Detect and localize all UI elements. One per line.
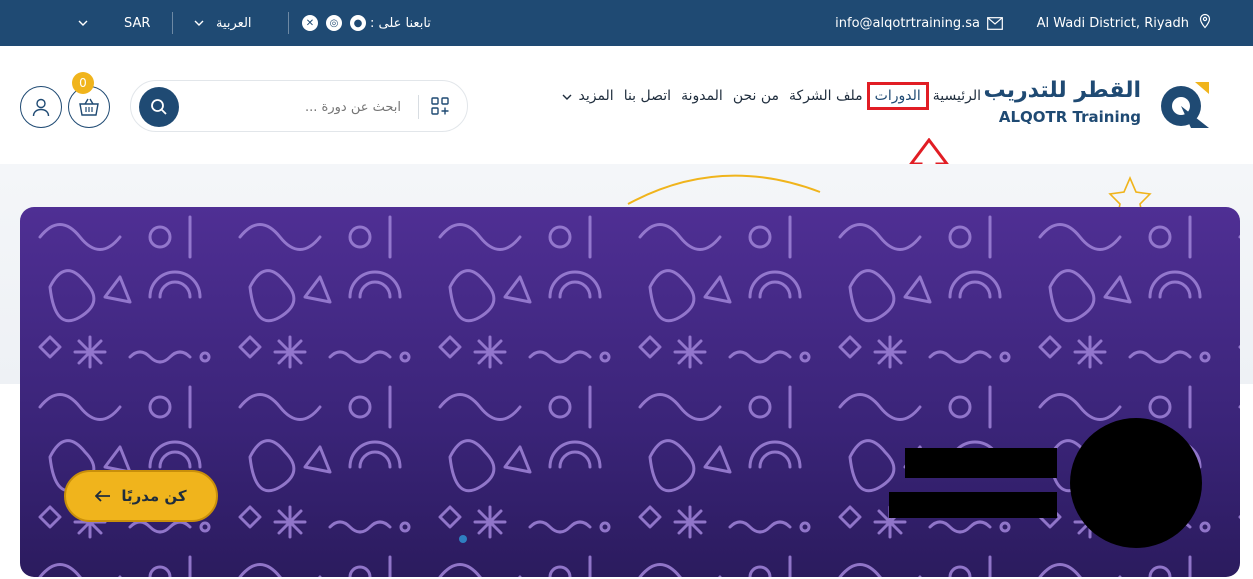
cta-label: كن مدربًا [121,487,187,505]
email-link[interactable]: info@alqotrtraining.sa [835,0,980,46]
search-icon [151,99,167,115]
nav-about[interactable]: من نحن [733,88,779,104]
chevron-down-icon[interactable] [194,0,204,46]
doodle-pattern [20,207,1240,577]
whatsapp-icon[interactable]: ● [350,0,366,46]
cart-basket-icon [79,98,99,116]
logo-text-ar: القطر للتدريب [983,78,1141,103]
follow-text: تابعنا على : [370,15,431,31]
nav-more-label: المزيد [578,88,614,104]
chevron-down-icon [562,94,572,100]
main-nav: الرئيسية الدورات ملف الشركة من نحن المدو… [562,82,981,110]
logo-text-en: ALQOTR Training [998,108,1141,126]
logo-mark-icon [1161,82,1209,128]
account-button[interactable] [20,86,62,128]
map-pin-icon [1197,13,1213,33]
location-info [1197,0,1213,46]
hero-banner [20,207,1240,577]
user-icon [32,98,50,117]
language-text: العربية [216,15,252,31]
nav-courses[interactable]: الدورات [866,82,929,110]
become-trainer-button[interactable]: كن مدربًا [64,470,218,522]
category-grid-icon[interactable] [431,97,449,115]
nav-contact[interactable]: اتصل بنا [624,88,671,104]
instagram-icon[interactable]: ◎ [326,0,342,46]
search-input[interactable] [201,95,401,119]
language-selector[interactable]: العربية [216,0,252,46]
x-twitter-icon[interactable]: ✕ [302,0,318,46]
cart-count-badge: 0 [72,72,94,94]
follow-label: تابعنا على : [370,0,431,46]
mail-icon[interactable] [987,0,1003,46]
divider [288,12,289,34]
redacted-block [905,448,1057,478]
nav-more[interactable]: المزيد [562,88,614,104]
cart-button[interactable] [68,86,110,128]
search-button[interactable] [139,87,179,127]
top-bar: Al Wadi District, Riyadh info@alqotrtrai… [0,0,1253,46]
redacted-avatar [1070,418,1202,548]
nav-home[interactable]: الرئيسية [933,88,981,104]
currency-text: SAR [124,15,151,31]
search-bar [130,80,468,132]
currency-selector[interactable]: SAR [124,0,150,46]
redacted-block [889,492,1057,518]
nav-company-profile[interactable]: ملف الشركة [789,88,863,104]
divider [418,95,419,119]
chevron-down-icon[interactable] [78,0,88,46]
divider [172,12,173,34]
arrow-left-icon [95,490,111,502]
nav-blog[interactable]: المدونة [681,88,723,104]
site-logo[interactable]: القطر للتدريب ALQOTR Training [983,72,1233,136]
location-text: Al Wadi District, Riyadh [1036,15,1189,31]
slider-dot[interactable] [459,535,467,543]
